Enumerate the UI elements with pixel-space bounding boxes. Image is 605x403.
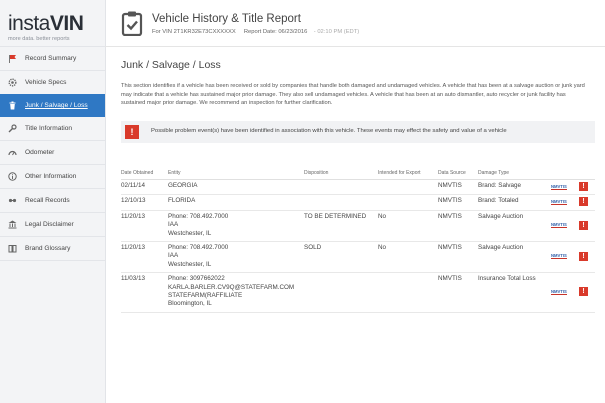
- cell-disposition: [304, 272, 378, 313]
- cell-entity: Phone: 708.492.7000 IAA Westchester, IL: [168, 241, 304, 274]
- cell-source: NMVTIS: [438, 210, 478, 243]
- cell-disposition: SOLD: [304, 241, 378, 274]
- report-date: Report Date: 06/23/2016: [243, 29, 308, 35]
- logo[interactable]: instaVIN more data. better reports: [8, 12, 84, 43]
- cell-date: 12/10/13: [121, 194, 168, 211]
- section-title: Junk / Salvage / Loss: [121, 59, 221, 71]
- table-row: 12/10/13 FLORIDA NMVTIS Brand: Totaled N…: [121, 194, 595, 211]
- col-header-date: Date Obtained: [121, 167, 168, 180]
- sidebar-item-label: Title Information: [25, 125, 73, 132]
- logo-insta: insta: [8, 12, 50, 35]
- cell-date: 02/11/14: [121, 179, 168, 196]
- report-subtitle: For VIN 2T1KR32E73CXXXXXX Report Date: 0…: [152, 29, 359, 35]
- vin-text: For VIN 2T1KR32E73CXXXXXX: [152, 29, 236, 35]
- nmvtis-logo-icon[interactable]: NMVTIS: [551, 199, 567, 205]
- cell-export: No: [378, 241, 438, 274]
- sidebar-item-odometer[interactable]: Odometer: [0, 141, 105, 164]
- cell-export: [378, 272, 438, 313]
- cell-export: [378, 194, 438, 211]
- section-description: This section identifies if a vehicle has…: [121, 83, 585, 107]
- bank-icon: [8, 220, 17, 229]
- col-header-export: Intended for Export: [378, 167, 438, 180]
- sidebar-item-label: Recall Records: [25, 197, 70, 204]
- flag-icon: [8, 54, 17, 63]
- gear-icon: [8, 78, 17, 87]
- cell-disposition: TO BE DETERMINED: [304, 210, 378, 243]
- cell-entity: GEORGIA: [168, 179, 304, 196]
- sidebar-item-other-information[interactable]: Other Information: [0, 165, 105, 188]
- nmvtis-logo-icon[interactable]: NMVTIS: [551, 253, 567, 260]
- table-row: 11/03/13 Phone: 3097662022 KARLA.BARLER.…: [121, 272, 595, 313]
- table-row: 02/11/14 GEORGIA NMVTIS Brand: Salvage N…: [121, 179, 595, 196]
- report-header: Vehicle History & Title Report For VIN 2…: [105, 0, 605, 47]
- warning-alert: ! Possible problem event(s) have been id…: [121, 121, 595, 143]
- cell-date: 11/20/13: [121, 210, 168, 243]
- cell-damage: Salvage Auction: [478, 241, 551, 274]
- cell-disposition: [304, 194, 378, 211]
- wrench-icon: [8, 124, 17, 133]
- sidebar-item-title-information[interactable]: Title Information: [0, 117, 105, 140]
- cell-damage: Brand: Salvage: [478, 179, 551, 196]
- sidebar-item-vehicle-specs[interactable]: Vehicle Specs: [0, 71, 105, 94]
- alert-flag-icon: !: [579, 197, 588, 207]
- warning-text: Possible problem event(s) have been iden…: [151, 128, 507, 134]
- cell-disposition: [304, 179, 378, 196]
- cell-damage: Salvage Auction: [478, 210, 551, 243]
- col-header-damage: Damage Type: [478, 167, 551, 180]
- cell-damage: Brand: Totaled: [478, 194, 551, 211]
- sidebar: instaVIN more data. better reports Recor…: [0, 0, 106, 403]
- cell-date: 11/20/13: [121, 241, 168, 274]
- recall-icon: [8, 196, 17, 205]
- sidebar-item-brand-glossary[interactable]: Brand Glossary: [0, 237, 105, 260]
- cell-export: [378, 179, 438, 196]
- report-time: - 02:10 PM (EDT): [313, 29, 360, 35]
- page-title: Vehicle History & Title Report: [152, 13, 301, 25]
- junk-salvage-table: Date Obtained Entity Disposition Intende…: [121, 167, 595, 313]
- cell-entity: Phone: 3097662022 KARLA.BARLER.CV9Q@STAT…: [168, 272, 304, 313]
- warning-icon: !: [125, 125, 139, 139]
- sidebar-item-label: Junk / Salvage / Loss: [25, 102, 88, 109]
- sidebar-item-legal-disclaimer[interactable]: Legal Disclaimer: [0, 213, 105, 236]
- cell-source: NMVTIS: [438, 194, 478, 211]
- alert-flag-icon: !: [579, 182, 588, 191]
- sidebar-item-label: Legal Disclaimer: [25, 221, 74, 228]
- book-icon: [8, 244, 17, 253]
- col-header-disposition: Disposition: [304, 167, 378, 180]
- sidebar-item-label: Odometer: [25, 149, 55, 156]
- cell-entity: FLORIDA: [168, 194, 304, 211]
- trash-icon: [8, 101, 17, 110]
- col-header-source: Data Source: [438, 167, 478, 180]
- col-header-entity: Entity: [168, 167, 304, 180]
- cell-source: NMVTIS: [438, 179, 478, 196]
- nmvtis-logo-icon[interactable]: NMVTIS: [551, 222, 567, 229]
- sidebar-item-label: Other Information: [25, 173, 77, 180]
- odometer-icon: [8, 148, 17, 157]
- main-content: Junk / Salvage / Loss This section ident…: [105, 47, 605, 403]
- cell-export: No: [378, 210, 438, 243]
- alert-flag-icon: !: [579, 287, 588, 297]
- sidebar-item-label: Vehicle Specs: [25, 79, 67, 86]
- logo-vin: VIN: [49, 12, 84, 35]
- sidebar-item-record-summary[interactable]: Record Summary: [0, 47, 105, 70]
- report-clipboard-icon: [121, 10, 143, 37]
- divider: [0, 260, 105, 261]
- sidebar-item-label: Brand Glossary: [25, 245, 71, 252]
- cell-entity: Phone: 708.492.7000 IAA Westchester, IL: [168, 210, 304, 243]
- table-row: 11/20/13 Phone: 708.492.7000 IAA Westche…: [121, 241, 595, 274]
- info-icon: [8, 172, 17, 181]
- nmvtis-logo-icon[interactable]: NMVTIS: [551, 184, 567, 190]
- sidebar-item-recall-records[interactable]: Recall Records: [0, 189, 105, 212]
- cell-source: NMVTIS: [438, 241, 478, 274]
- sidebar-item-label: Record Summary: [25, 55, 77, 62]
- alert-flag-icon: !: [579, 251, 588, 261]
- table-header-row: Date Obtained Entity Disposition Intende…: [121, 167, 595, 180]
- logo-tagline: more data. better reports: [8, 36, 70, 42]
- alert-flag-icon: !: [579, 220, 588, 230]
- cell-source: NMVTIS: [438, 272, 478, 313]
- cell-damage: Insurance Total Loss: [478, 272, 551, 313]
- nmvtis-logo-icon[interactable]: NMVTIS: [551, 289, 567, 295]
- sidebar-item-junk-salvage-loss[interactable]: Junk / Salvage / Loss: [0, 94, 105, 117]
- table-row: 11/20/13 Phone: 708.492.7000 IAA Westche…: [121, 210, 595, 243]
- cell-date: 11/03/13: [121, 272, 168, 313]
